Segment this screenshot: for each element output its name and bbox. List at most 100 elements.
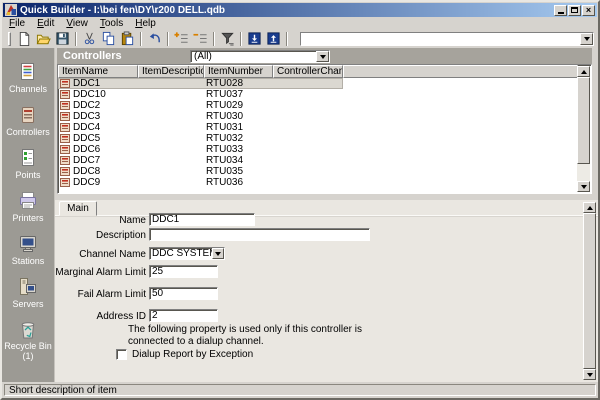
item-number-cell: RTU030 [204,111,273,122]
sidebar-item-controllers[interactable]: Controllers [2,103,54,146]
tab-main[interactable]: Main [59,201,97,216]
dropdown-icon[interactable] [212,248,224,259]
sidebar-item-label: Channels [9,84,47,94]
sidebar-item-stations[interactable]: Stations [2,232,54,275]
list-row[interactable]: DDC2RTU029 [58,100,343,111]
menu-item-help[interactable]: Help [129,18,162,30]
list-row[interactable]: DDC1 RTU028 [58,78,343,89]
address-id-input[interactable] [149,309,218,322]
column-header[interactable]: ItemNumber [204,65,273,78]
menu-bar: FileEditViewToolsHelp [3,18,597,30]
upload-button[interactable] [264,31,283,47]
paste-button[interactable] [118,31,137,47]
description-input[interactable] [149,228,370,241]
toolbar-combo-input[interactable] [301,33,580,45]
stations-icon [16,232,40,256]
list-row[interactable]: DDC10RTU037 [58,89,343,100]
scroll-down-icon[interactable] [583,369,596,380]
quick-builder-window: Quick Builder - I:\bei fen\DY\r200 DELL.… [0,0,600,400]
item-number-cell: RTU031 [204,122,273,133]
download-button[interactable] [245,31,264,47]
column-header-filler [343,65,578,78]
filter-combo[interactable]: (All) [190,50,330,63]
item-list: ItemNameItemDescriptionItemNumberControl… [57,64,592,194]
scroll-down-icon[interactable] [577,181,590,192]
sidebar: Channels Controllers Points Printers Station… [2,48,55,382]
controllers-icon [16,103,40,127]
controller-icon [60,156,70,165]
dialup-report-label: Dialup Report by Exception [132,349,253,360]
item-name: DDC6 [73,144,100,155]
minimize-button[interactable] [554,5,567,16]
scroll-up-icon[interactable] [583,202,596,213]
toolbar-combo-dropdown-icon[interactable] [580,33,593,45]
list-row[interactable]: DDC3RTU030 [58,111,343,122]
remove-item-button[interactable] [191,31,210,47]
channels-icon [16,60,40,84]
recycle-bin-icon [16,318,40,341]
filter-combo-dropdown-icon[interactable] [316,51,329,62]
column-header[interactable]: ItemDescription [138,65,204,78]
undo-button[interactable] [145,31,164,47]
scrollbar-thumb[interactable] [583,213,596,369]
field-label: Description [55,230,146,241]
status-text: Short description of item [9,385,117,396]
save-icon [55,31,70,46]
fail-alarm-limit-input[interactable] [149,287,218,300]
new-button[interactable] [15,31,34,47]
marginal-alarm-limit-input[interactable] [149,265,218,278]
column-header[interactable]: ControllerChann... [273,65,343,78]
sidebar-item-label: Stations [12,256,45,266]
field-label: Address ID [55,311,146,322]
sidebar-item-printers[interactable]: Printers [2,189,54,232]
toolbar-combo[interactable] [300,32,594,46]
item-name: DDC1 [73,78,100,89]
form-scrollbar[interactable] [583,202,596,380]
list-row[interactable]: DDC4 RTU031 [58,122,343,133]
sidebar-item-points[interactable]: Points [2,146,54,189]
controller-icon [60,79,70,88]
item-name: DDC5 [73,133,100,144]
menu-item-edit[interactable]: Edit [31,18,60,30]
add-item-icon [174,31,189,46]
add-item-button[interactable] [172,31,191,47]
item-number-cell: RTU028 [204,78,273,89]
sidebar-item-label: Points [15,170,40,180]
dialup-report-checkbox[interactable] [116,349,127,360]
scroll-up-icon[interactable] [577,66,590,77]
column-header[interactable]: ItemName [58,65,138,78]
list-row[interactable]: DDC8RTU035 [58,166,343,177]
scrollbar-thumb[interactable] [577,77,590,164]
content-title: Controllers [57,50,122,62]
sidebar-item-servers[interactable]: Servers [2,275,54,318]
list-row[interactable]: DDC7RTU034 [58,155,343,166]
toolbar [3,30,597,47]
list-scrollbar[interactable] [577,66,590,192]
filter-button[interactable] [218,31,237,47]
menu-item-file[interactable]: File [3,18,31,30]
sidebar-item-recycle-bin[interactable]: Recycle Bin(1) [2,318,54,361]
open-button[interactable] [34,31,53,47]
name-input[interactable] [149,213,255,226]
toolbar-separator [167,32,169,46]
toolbar-grip[interactable] [8,32,11,46]
menu-item-tools[interactable]: Tools [94,18,129,30]
dialup-note: The following property is used only if t… [128,324,400,348]
window-title: Quick Builder - I:\bei fen\DY\r200 DELL.… [20,5,550,16]
dialup-checkbox-row: Dialup Report by Exception [116,347,253,361]
menu-item-view[interactable]: View [60,18,94,30]
list-row[interactable]: DDC6RTU033 [58,144,343,155]
cut-button[interactable] [80,31,99,47]
sidebar-item-channels[interactable]: Channels [2,60,54,103]
list-row[interactable]: DDC9RTU036 [58,177,343,188]
item-number-cell: RTU032 [204,133,273,144]
maximize-button[interactable] [568,5,581,16]
channel-name-select[interactable]: DDC SYSTEM [149,247,225,260]
close-button[interactable]: × [582,5,595,16]
copy-button[interactable] [99,31,118,47]
item-name-cell: DDC2 [58,100,138,111]
item-name-cell: DDC8 [58,166,138,177]
save-button[interactable] [53,31,72,47]
item-name-cell: DDC4 [58,122,138,133]
list-row[interactable]: DDC5 RTU032 [58,133,343,144]
